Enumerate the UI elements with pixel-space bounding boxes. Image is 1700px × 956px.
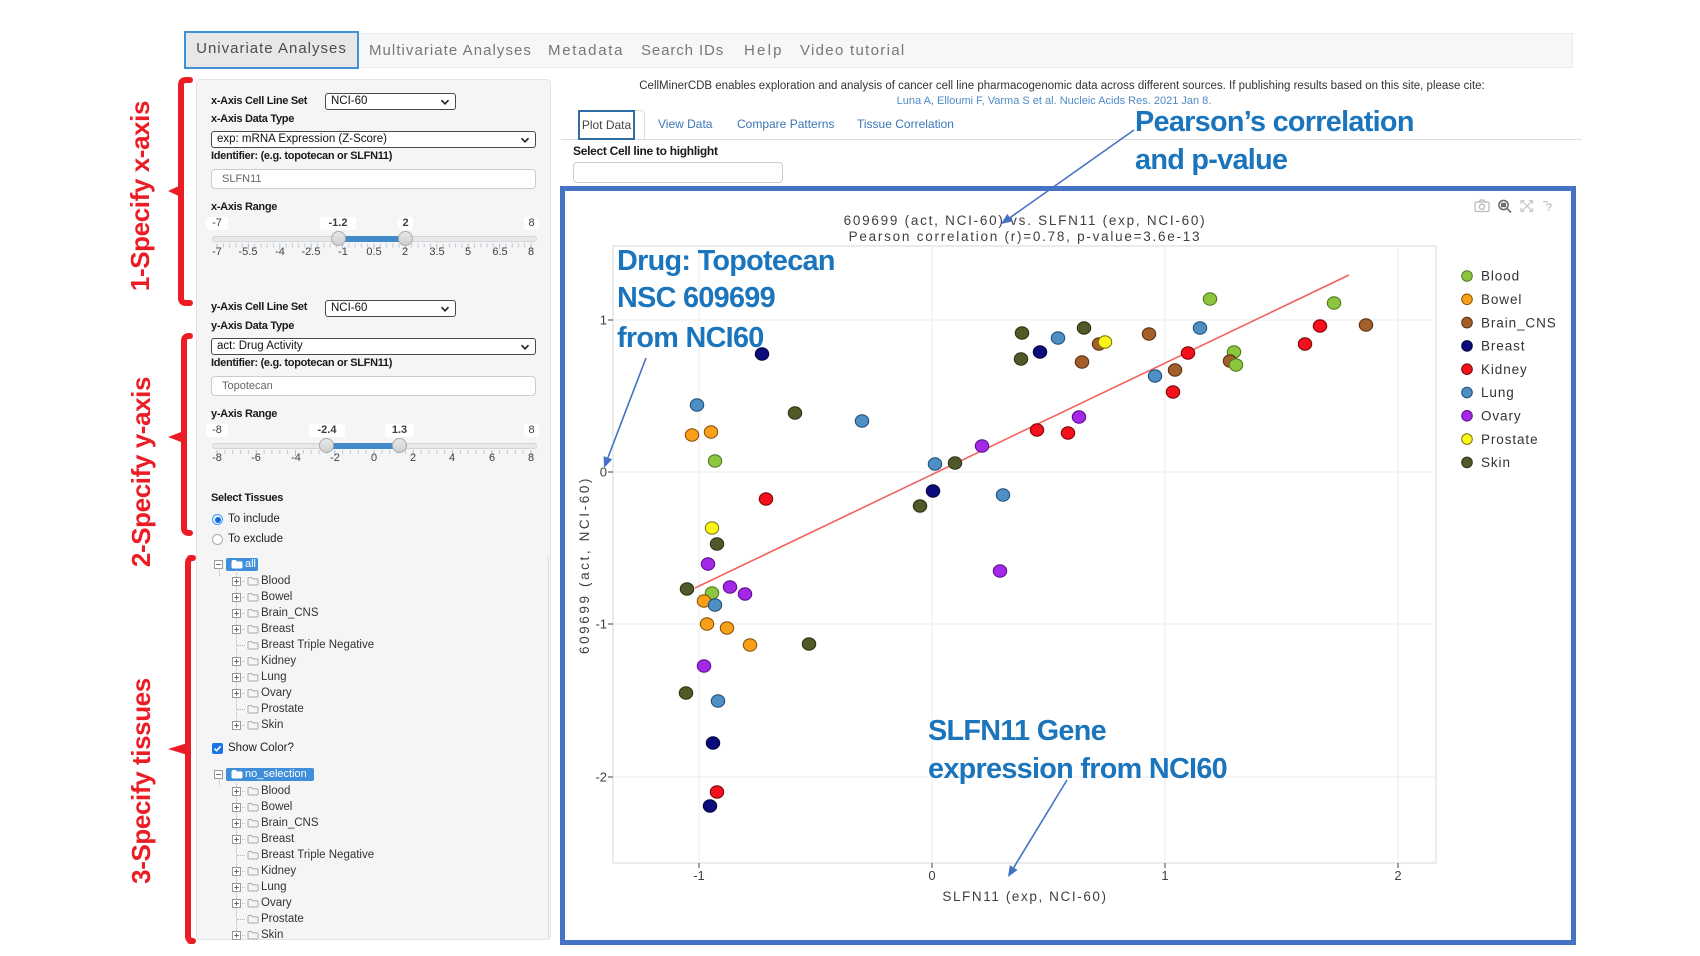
svg-text:Bowel: Bowel bbox=[1481, 292, 1522, 307]
svg-text:Prostate: Prostate bbox=[1481, 432, 1538, 447]
svg-text:Drug: Topotecan: Drug: Topotecan bbox=[617, 245, 835, 277]
svg-text:expression from NCI60: expression from NCI60 bbox=[928, 753, 1227, 785]
svg-text:and p-value: and p-value bbox=[1135, 144, 1288, 176]
svg-text:Brain_CNS: Brain_CNS bbox=[1481, 315, 1557, 330]
svg-text:Blood: Blood bbox=[1481, 269, 1520, 284]
svg-text:SLFN11 (exp, NCI-60): SLFN11 (exp, NCI-60) bbox=[942, 889, 1107, 904]
svg-text:NSC 609699: NSC 609699 bbox=[617, 282, 775, 314]
svg-text:Lung: Lung bbox=[1481, 385, 1515, 400]
svg-text:609699 (act, NCI-60) vs. SLFN1: 609699 (act, NCI-60) vs. SLFN11 (exp, NC… bbox=[844, 213, 1207, 228]
svg-text:SLFN11 Gene: SLFN11 Gene bbox=[928, 715, 1107, 747]
svg-text:0: 0 bbox=[928, 868, 935, 883]
svg-text:3-Specify tissues: 3-Specify tissues bbox=[126, 678, 156, 884]
svg-text:from NCI60: from NCI60 bbox=[617, 322, 764, 354]
svg-text:1-Specify x-axis: 1-Specify x-axis bbox=[125, 101, 155, 291]
svg-text:2: 2 bbox=[1394, 868, 1401, 883]
svg-text:-2: -2 bbox=[595, 770, 607, 785]
svg-text:2-Specify y-axis: 2-Specify y-axis bbox=[126, 377, 156, 567]
svg-text:-1: -1 bbox=[595, 617, 607, 632]
svg-text:1: 1 bbox=[1161, 868, 1168, 883]
svg-text:Ovary: Ovary bbox=[1481, 409, 1522, 424]
svg-text:-1: -1 bbox=[693, 868, 705, 883]
svg-text:Pearson’s correlation: Pearson’s correlation bbox=[1135, 106, 1414, 138]
svg-text:Breast: Breast bbox=[1481, 339, 1525, 354]
svg-text:609699 (act, NCI-60): 609699 (act, NCI-60) bbox=[577, 476, 592, 654]
svg-text:1: 1 bbox=[600, 313, 607, 328]
svg-text:0: 0 bbox=[600, 465, 607, 480]
svg-text:?: ? bbox=[1545, 201, 1552, 215]
svg-text:Kidney: Kidney bbox=[1481, 362, 1528, 377]
svg-text:Pearson correlation (r)=0.78,: Pearson correlation (r)=0.78, p-value=3.… bbox=[849, 229, 1202, 244]
svg-text:Skin: Skin bbox=[1481, 455, 1511, 470]
